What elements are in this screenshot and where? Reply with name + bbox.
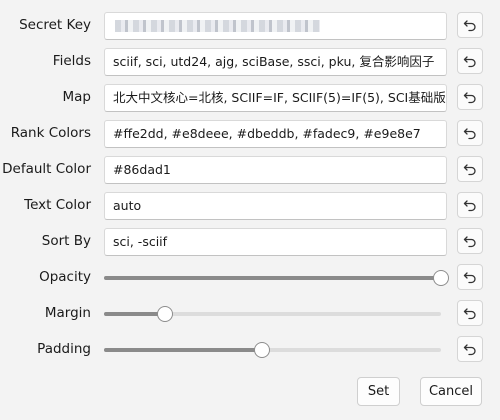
rank-colors-label: Rank Colors bbox=[10, 125, 91, 141]
default-color-input[interactable]: #86dad1 bbox=[104, 156, 447, 184]
margin-slider[interactable] bbox=[104, 306, 447, 322]
fields-input[interactable]: sciif, sci, utd24, ajg, sciBase, ssci, p… bbox=[104, 48, 447, 76]
reset-sort-by-button[interactable] bbox=[457, 228, 483, 254]
undo-arrow-icon bbox=[463, 200, 476, 212]
undo-arrow-icon bbox=[463, 236, 476, 248]
cancel-button[interactable]: Cancel bbox=[420, 377, 482, 406]
map-input[interactable]: 北大中文核心=北核, SCIIF=IF, SCIIF(5)=IF(5), SCI… bbox=[104, 84, 447, 112]
margin-label: Margin bbox=[44, 305, 91, 321]
row-default-color: Default Color #86dad1 bbox=[0, 156, 500, 184]
undo-arrow-icon bbox=[463, 344, 476, 356]
undo-arrow-icon bbox=[463, 272, 476, 284]
row-sort-by: Sort By sci, -sciif bbox=[0, 228, 500, 256]
secret-key-input[interactable] bbox=[104, 12, 447, 40]
reset-map-button[interactable] bbox=[457, 84, 483, 110]
row-secret-key: Secret Key bbox=[0, 12, 500, 40]
margin-slider-thumb[interactable] bbox=[157, 306, 173, 322]
opacity-slider[interactable] bbox=[104, 270, 449, 286]
text-color-input[interactable]: auto bbox=[104, 192, 447, 220]
row-map: Map 北大中文核心=北核, SCIIF=IF, SCIIF(5)=IF(5),… bbox=[0, 84, 500, 112]
undo-arrow-icon bbox=[463, 92, 476, 104]
sort-by-label: Sort By bbox=[41, 233, 91, 249]
undo-arrow-icon bbox=[463, 56, 476, 68]
fields-label: Fields bbox=[52, 53, 91, 69]
padding-slider[interactable] bbox=[104, 342, 447, 358]
opacity-label: Opacity bbox=[39, 269, 91, 285]
rank-colors-input[interactable]: #ffe2dd, #e8deee, #dbeddb, #fadec9, #e9e… bbox=[104, 120, 447, 148]
reset-padding-button[interactable] bbox=[457, 336, 483, 362]
reset-rank-colors-button[interactable] bbox=[457, 120, 483, 146]
undo-arrow-icon bbox=[463, 308, 476, 320]
text-color-label: Text Color bbox=[24, 197, 91, 213]
default-color-label: Default Color bbox=[2, 161, 91, 177]
row-rank-colors: Rank Colors #ffe2dd, #e8deee, #dbeddb, #… bbox=[0, 120, 500, 148]
row-padding: Padding bbox=[0, 336, 500, 364]
opacity-slider-thumb[interactable] bbox=[433, 270, 449, 286]
padding-slider-fill bbox=[104, 348, 262, 352]
margin-slider-fill bbox=[104, 312, 165, 316]
undo-arrow-icon bbox=[463, 20, 476, 32]
reset-secret-key-button[interactable] bbox=[457, 12, 483, 38]
map-label: Map bbox=[62, 89, 92, 105]
reset-margin-button[interactable] bbox=[457, 300, 483, 326]
reset-default-color-button[interactable] bbox=[457, 156, 483, 182]
undo-arrow-icon bbox=[463, 164, 476, 176]
secret-key-label: Secret Key bbox=[19, 17, 91, 33]
reset-opacity-button[interactable] bbox=[457, 264, 483, 290]
settings-panel: Secret Key Fields sciif, sci, utd24, ajg… bbox=[0, 0, 500, 420]
row-opacity: Opacity bbox=[0, 264, 500, 292]
row-text-color: Text Color auto bbox=[0, 192, 500, 220]
redacted-secret bbox=[115, 20, 320, 32]
set-button[interactable]: Set bbox=[357, 377, 400, 406]
sort-by-input[interactable]: sci, -sciif bbox=[104, 228, 447, 256]
opacity-slider-fill bbox=[104, 276, 441, 280]
reset-fields-button[interactable] bbox=[457, 48, 483, 74]
padding-label: Padding bbox=[37, 341, 91, 357]
padding-slider-thumb[interactable] bbox=[254, 342, 270, 358]
reset-text-color-button[interactable] bbox=[457, 192, 483, 218]
row-margin: Margin bbox=[0, 300, 500, 328]
row-fields: Fields sciif, sci, utd24, ajg, sciBase, … bbox=[0, 48, 500, 76]
undo-arrow-icon bbox=[463, 128, 476, 140]
